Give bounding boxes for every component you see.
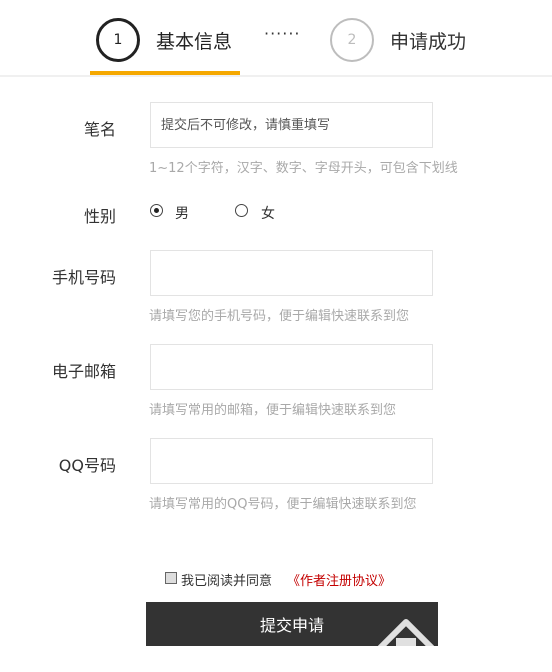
email-hint: 请填写常用的邮箱，便于编辑快速联系到您 — [149, 403, 397, 418]
svg-text:系统之家: 系统之家 — [438, 627, 526, 652]
email-input[interactable] — [150, 344, 433, 390]
agreement-link[interactable]: 《作者注册协议》 — [287, 570, 391, 589]
step-number: 1 — [96, 18, 140, 62]
qq-input[interactable] — [150, 438, 433, 484]
step-number: 2 — [330, 18, 374, 62]
phone-input[interactable] — [150, 250, 433, 296]
gender-male-label[interactable]: 男 — [175, 203, 189, 223]
step-label: 申请成功 — [390, 31, 467, 53]
steps-separator: ······ — [264, 24, 301, 43]
progress-steps: 1 基本信息 ······ 2 申请成功 — [0, 0, 552, 78]
watermark-logo-graphic: 系统之家 www.xitongzhijia.net — [377, 619, 536, 666]
phone-label: 手机号码 — [51, 268, 116, 287]
qq-label: QQ号码 — [58, 456, 116, 475]
agreement-checkbox[interactable] — [165, 572, 177, 584]
step-label: 基本信息 — [156, 31, 233, 53]
pen-name-hint: 1~12个字符，汉字、数字、字母开头，可包含下划线 — [149, 161, 458, 176]
qq-hint: 请填写常用的QQ号码，便于编辑快速联系到您 — [149, 497, 417, 512]
agreement-text: 我已阅读并同意 — [181, 574, 273, 589]
gender-female-label[interactable]: 女 — [261, 203, 275, 223]
watermark-logo: 系统之家 www.xitongzhijia.net — [376, 608, 548, 668]
gender-male-radio[interactable] — [150, 204, 163, 217]
email-label: 电子邮箱 — [51, 362, 116, 381]
gender-female-radio[interactable] — [235, 204, 248, 217]
phone-hint: 请填写您的手机号码，便于编辑快速联系到您 — [149, 309, 410, 324]
divider — [0, 75, 552, 77]
gender-label: 性别 — [83, 207, 116, 226]
pen-name-input[interactable] — [150, 102, 433, 148]
svg-text:www.xitongzhijia.net: www.xitongzhijia.net — [442, 656, 536, 666]
pen-name-label: 笔名 — [83, 120, 116, 139]
